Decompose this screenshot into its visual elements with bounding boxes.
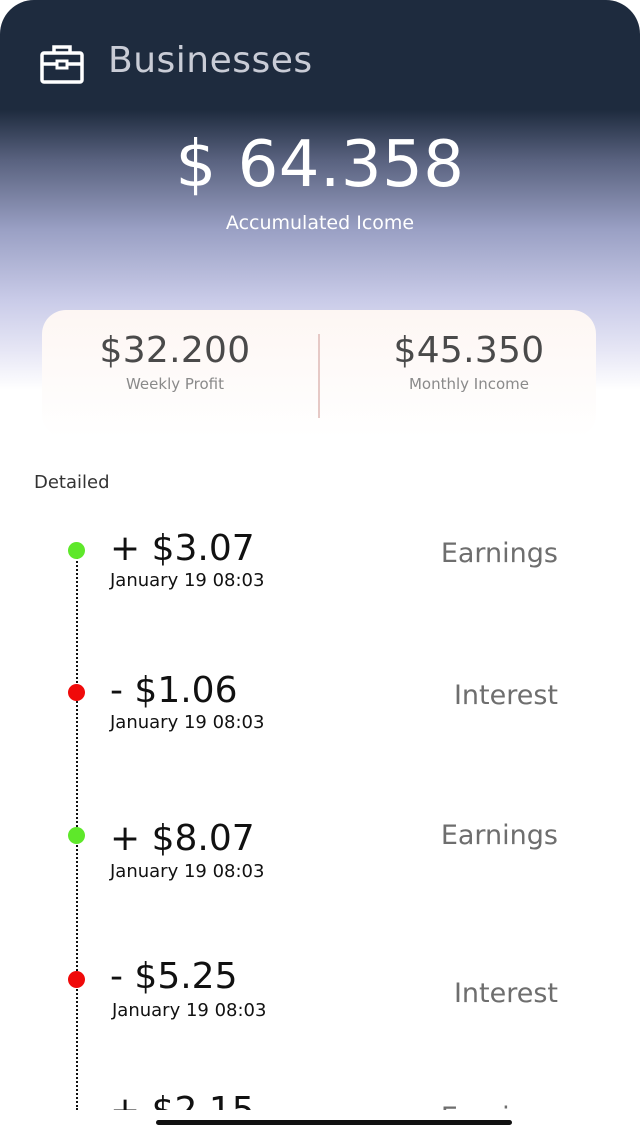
transaction-item[interactable]: + $3.07 January 19 08:03 Earnings [0,528,640,628]
transaction-type: Earnings [440,538,558,569]
transaction-type: Interest [453,680,558,711]
summary-divider [318,334,320,418]
accumulated-income-label: Accumulated Icome [225,212,415,234]
monthly-income-label: Monthly Income [408,375,530,393]
status-dot [68,827,85,844]
briefcase-icon[interactable] [40,44,84,84]
transaction-type: Interest [453,978,558,1009]
weekly-profit-stat[interactable]: $32.200 Weekly Profit [80,330,270,393]
transaction-date: January 19 08:03 [112,1000,267,1021]
monthly-income-stat[interactable]: $45.350 Monthly Income [374,330,564,393]
monthly-income-value: $45.350 [393,330,545,371]
summary-card: $32.200 Weekly Profit $45.350 Monthly In… [42,310,596,438]
weekly-profit-label: Weekly Profit [125,375,225,393]
transaction-item[interactable]: - $5.25 January 19 08:03 Interest [0,956,640,1056]
transaction-date: January 19 08:03 [110,712,265,733]
transaction-item[interactable]: + $8.07 January 19 08:03 Earnings [0,818,640,918]
transaction-type: Earnings [441,1102,558,1110]
accumulated-income-value: $ 64.358 [175,128,465,202]
transaction-amount: + $2.15 [110,1090,255,1110]
transaction-amount: - $1.06 [110,670,238,711]
section-title-detailed: Detailed [34,472,110,493]
page-title: Businesses [108,40,313,81]
transaction-item[interactable]: - $1.06 January 19 08:03 Interest [0,670,640,770]
home-indicator[interactable] [156,1120,512,1125]
status-dot [68,542,85,559]
screen: Businesses $ 64.358 Accumulated Icome $3… [0,0,640,1136]
status-dot [68,684,85,701]
transaction-date: January 19 08:03 [110,570,265,591]
top-bar: Businesses [0,0,640,120]
transaction-type: Earnings [440,820,558,851]
transaction-amount: + $3.07 [110,528,255,569]
transaction-amount: - $5.25 [110,956,238,997]
weekly-profit-value: $32.200 [99,330,251,371]
status-dot [68,971,85,988]
transaction-date: January 19 08:03 [110,861,265,882]
transaction-amount: + $8.07 [110,818,255,859]
transaction-item[interactable]: + $2.15 Earnings [0,1090,640,1110]
